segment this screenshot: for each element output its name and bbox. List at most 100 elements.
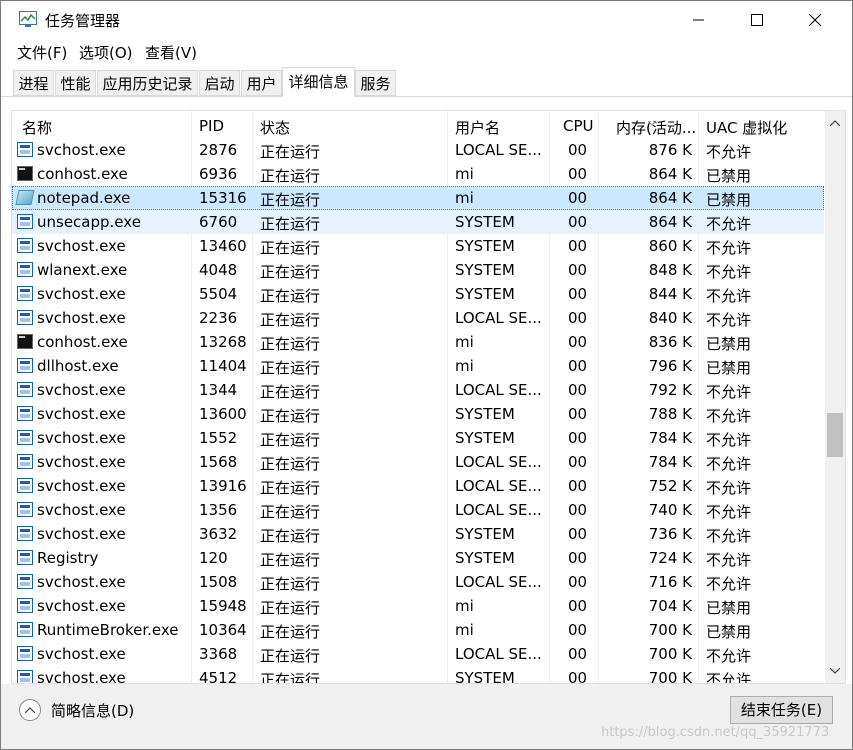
table-row[interactable]: Registry 120 正在运行 SYSTEM 00 724 K 不允许 — [12, 546, 824, 570]
scroll-down-button[interactable] — [825, 662, 845, 680]
process-memory: 788 K — [648, 405, 692, 423]
table-row[interactable]: unsecapp.exe 6760 正在运行 SYSTEM 00 864 K 不允许 — [12, 210, 824, 234]
process-cpu: 00 — [568, 549, 588, 567]
table-row[interactable]: svchost.exe 13916 正在运行 LOCAL SE... 00 752 K 不允… — [12, 474, 824, 498]
process-cpu: 00 — [568, 261, 588, 279]
table-row[interactable]: svchost.exe 2236 正在运行 LOCAL SE... 00 840 K 不允许 — [12, 306, 824, 330]
close-button[interactable] — [786, 1, 844, 39]
process-uac: 已禁用 — [706, 335, 752, 353]
tab-startup[interactable]: 启动 — [199, 70, 240, 96]
table-row[interactable]: conhost.exe 13268 正在运行 mi 00 836 K 已禁用 — [12, 330, 824, 354]
process-app-icon — [17, 550, 33, 565]
process-status: 正在运行 — [260, 287, 321, 305]
process-uac: 不允许 — [706, 263, 752, 281]
process-user: SYSTEM — [455, 669, 515, 684]
process-cpu: 00 — [568, 573, 588, 591]
process-name: Registry — [37, 549, 99, 567]
menu-view[interactable]: 查看(V) — [145, 42, 197, 63]
process-pid: 13600 — [199, 405, 247, 423]
process-uac: 已禁用 — [706, 359, 752, 377]
process-user: LOCAL SE... — [455, 573, 542, 591]
process-memory: 844 K — [648, 285, 692, 303]
column-header-uac[interactable]: UAC 虚拟化 — [706, 117, 787, 138]
process-memory: 724 K — [648, 549, 692, 567]
process-user: mi — [455, 189, 474, 207]
process-name: RuntimeBroker.exe — [37, 621, 179, 639]
menu-options[interactable]: 选项(O) — [79, 42, 133, 63]
table-row[interactable]: dllhost.exe 11404 正在运行 mi 00 796 K 已禁用 — [12, 354, 824, 378]
table-row[interactable]: svchost.exe 1356 正在运行 LOCAL SE... 00 740 K 不允许 — [12, 498, 824, 522]
process-status: 正在运行 — [260, 335, 321, 353]
table-row[interactable]: wlanext.exe 4048 正在运行 SYSTEM 00 848 K 不允许 — [12, 258, 824, 282]
process-app-icon — [17, 238, 33, 253]
tab-app-history[interactable]: 应用历史记录 — [97, 70, 198, 96]
tab-processes[interactable]: 进程 — [13, 70, 54, 96]
end-task-button[interactable]: 结束任务(E) — [730, 696, 833, 724]
notepad-icon — [15, 190, 35, 205]
table-row[interactable]: svchost.exe 1568 正在运行 LOCAL SE... 00 784 K 不允许 — [12, 450, 824, 474]
process-memory: 700 K — [648, 621, 692, 639]
table-row[interactable]: notepad.exe 15316 正在运行 mi 00 864 K 已禁用 — [12, 186, 824, 210]
minimize-button[interactable] — [670, 1, 728, 39]
table-row[interactable]: svchost.exe 2876 正在运行 LOCAL SE... 00 876 K 不允许 — [12, 138, 824, 162]
console-window-icon — [17, 334, 33, 349]
tab-details[interactable]: 详细信息 — [282, 67, 355, 97]
table-row[interactable]: svchost.exe 3368 正在运行 LOCAL SE... 00 700 K 不允许 — [12, 642, 824, 666]
scroll-up-button[interactable] — [825, 114, 845, 132]
process-app-icon — [17, 358, 33, 373]
table-row[interactable]: svchost.exe 15948 正在运行 mi 00 704 K 已禁用 — [12, 594, 824, 618]
tab-users[interactable]: 用户 — [241, 70, 282, 96]
tab-services[interactable]: 服务 — [355, 70, 396, 96]
process-memory: 792 K — [648, 381, 692, 399]
table-row[interactable]: svchost.exe 4512 正在运行 SYSTEM 00 700 K 不允许 — [12, 666, 824, 684]
process-name: svchost.exe — [37, 429, 126, 447]
close-icon — [809, 14, 821, 26]
table-row[interactable]: svchost.exe 1508 正在运行 LOCAL SE... 00 716 K 不允许 — [12, 570, 824, 594]
tab-performance[interactable]: 性能 — [55, 70, 96, 96]
column-header-memory[interactable]: 内存(活动... — [616, 117, 696, 138]
process-uac: 不允许 — [706, 647, 752, 665]
process-pid: 1568 — [199, 453, 238, 471]
column-header-username[interactable]: 用户名 — [455, 117, 500, 138]
process-user: SYSTEM — [455, 405, 515, 423]
process-user: mi — [455, 597, 474, 615]
process-memory: 752 K — [648, 477, 692, 495]
table-row[interactable]: svchost.exe 1344 正在运行 LOCAL SE... 00 792 K 不允许 — [12, 378, 824, 402]
process-name: svchost.exe — [37, 381, 126, 399]
process-pid: 1356 — [199, 501, 238, 519]
table-row[interactable]: svchost.exe 1552 正在运行 SYSTEM 00 784 K 不允许 — [12, 426, 824, 450]
process-status: 正在运行 — [260, 455, 321, 473]
scrollbar-thumb[interactable] — [827, 413, 843, 457]
menu-file[interactable]: 文件(F) — [17, 42, 67, 63]
process-cpu: 00 — [568, 453, 588, 471]
column-header-name[interactable]: 名称 — [22, 117, 52, 138]
process-user: LOCAL SE... — [455, 141, 542, 159]
table-row[interactable]: conhost.exe 6936 正在运行 mi 00 864 K 已禁用 — [12, 162, 824, 186]
table-row[interactable]: svchost.exe 13600 正在运行 SYSTEM 00 788 K 不允许 — [12, 402, 824, 426]
process-uac: 已禁用 — [706, 191, 752, 209]
task-manager-window: 任务管理器 文件(F) 选项(O) 查看(V) 进程 性能 应用历史记录 启动 … — [0, 0, 853, 750]
console-window-icon — [17, 166, 33, 181]
table-row[interactable]: RuntimeBroker.exe 10364 正在运行 mi 00 700 K 已禁用 — [12, 618, 824, 642]
column-header-status[interactable]: 状态 — [260, 117, 290, 138]
process-memory: 736 K — [648, 525, 692, 543]
chevron-down-icon — [830, 668, 840, 674]
process-name: dllhost.exe — [37, 357, 119, 375]
process-memory: 836 K — [648, 333, 692, 351]
process-status: 正在运行 — [260, 551, 321, 569]
process-status: 正在运行 — [260, 503, 321, 521]
process-memory: 700 K — [648, 669, 692, 684]
table-header: 名称 PID 状态 用户名 CPU 内存(活动... UAC 虚拟化 — [12, 111, 824, 138]
column-header-pid[interactable]: PID — [199, 117, 224, 135]
maximize-button[interactable] — [728, 1, 786, 39]
process-pid: 3632 — [199, 525, 238, 543]
table-row[interactable]: svchost.exe 5504 正在运行 SYSTEM 00 844 K 不允许 — [12, 282, 824, 306]
column-header-cpu[interactable]: CPU — [563, 117, 594, 135]
table-row[interactable]: svchost.exe 13460 正在运行 SYSTEM 00 860 K 不允许 — [12, 234, 824, 258]
process-uac: 已禁用 — [706, 167, 752, 185]
process-app-icon — [17, 310, 33, 325]
fewer-details-button[interactable]: 简略信息(D) — [19, 699, 134, 721]
vertical-scrollbar[interactable] — [825, 111, 845, 683]
process-app-icon — [17, 382, 33, 397]
table-row[interactable]: svchost.exe 3632 正在运行 SYSTEM 00 736 K 不允许 — [12, 522, 824, 546]
